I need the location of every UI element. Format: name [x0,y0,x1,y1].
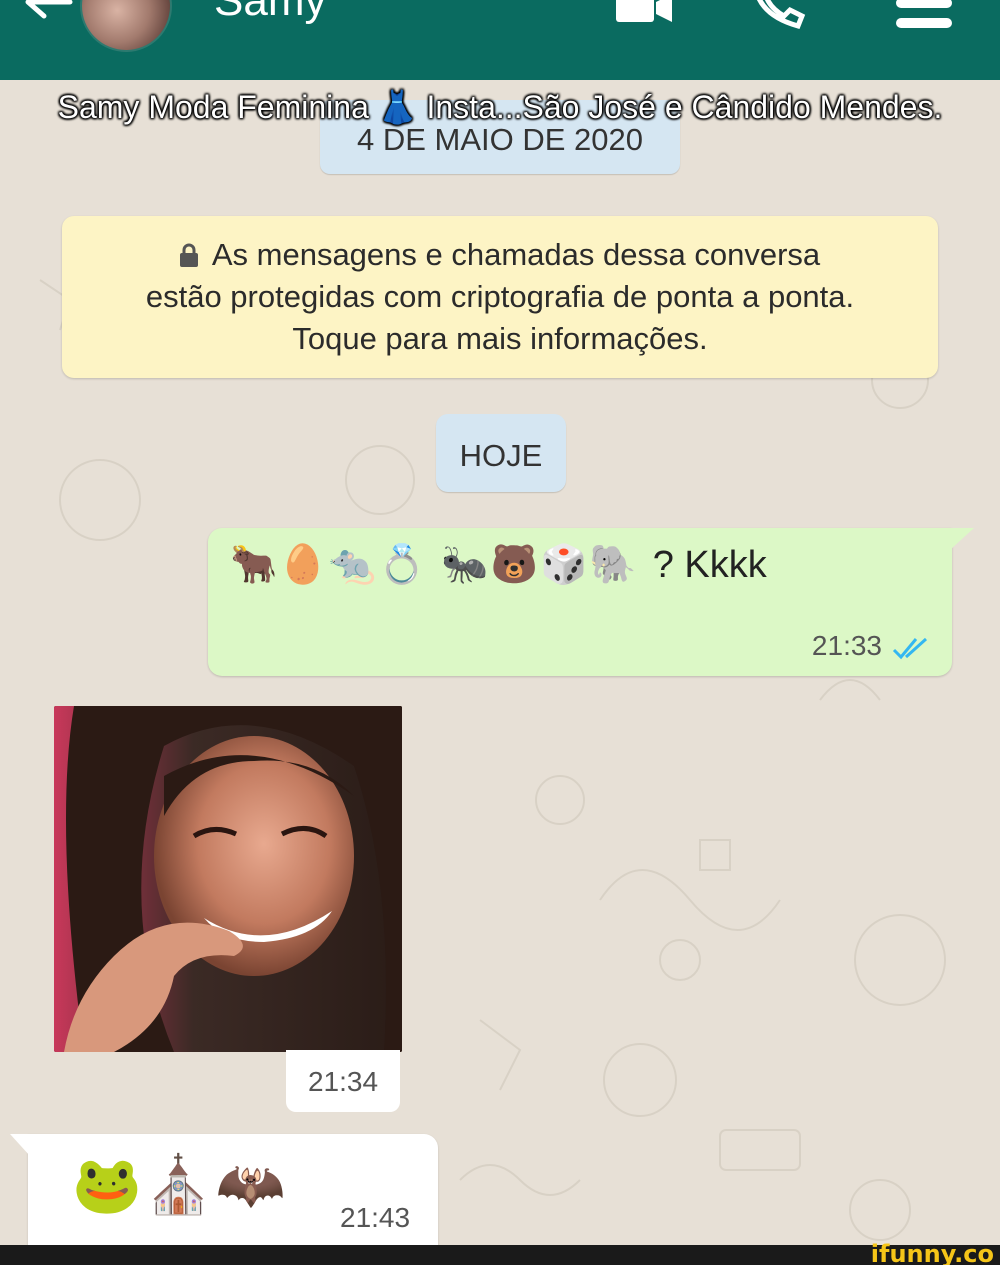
message-time: 21:33 [811,630,882,661]
lock-icon [179,243,198,267]
message-emoji: 🐂🥚🐀💍 🐜🐻🎲🐘 [230,542,639,586]
menu-icon[interactable] [896,0,952,30]
overlay-caption: Samy Moda Feminina 👗 Insta...São José e … [57,89,943,125]
avatar[interactable] [80,0,172,52]
encryption-notice-line-3: Toque para mais informações. [292,321,708,356]
image-message[interactable] [54,706,402,1052]
back-arrow-icon[interactable] [18,0,78,22]
encryption-notice[interactable]: As mensagens e chamadas dessa conversa e… [62,216,938,378]
message-emoji: 🐸⛪🦇 [72,1153,288,1218]
bubble-tail [10,1134,30,1156]
encryption-notice-line-2: estão protegidas com criptografia de pon… [145,279,855,314]
phone-call-icon[interactable] [752,0,806,30]
message-time: 21:43 [340,1202,411,1233]
encryption-notice-line-1: As mensagens e chamadas dessa conversa [62,234,938,276]
video-call-icon[interactable] [616,0,674,24]
watermark: ifunny.co [870,1240,994,1265]
footer-bar [0,1245,1000,1265]
image-message-time: 21:34 [286,1050,400,1112]
message-body: ? Kkkk [652,544,767,586]
incoming-message[interactable]: 🐸⛪🦇 21:43 [10,1134,438,1245]
double-check-read-icon [892,637,928,660]
photo [54,706,402,1052]
chat-header: Samy [0,0,1000,80]
encryption-notice-text-1: As mensagens e chamadas dessa conversa [211,237,821,272]
bubble-tail [950,528,974,550]
message-text: 🐂🥚🐀💍 🐜🐻🎲🐘 ? Kkkk [230,542,767,587]
outgoing-message[interactable]: 🐂🥚🐀💍 🐜🐻🎲🐘 ? Kkkk 21:33 [208,528,974,676]
today-chip: HOJE [436,414,566,492]
contact-name[interactable]: Samy [214,0,326,26]
